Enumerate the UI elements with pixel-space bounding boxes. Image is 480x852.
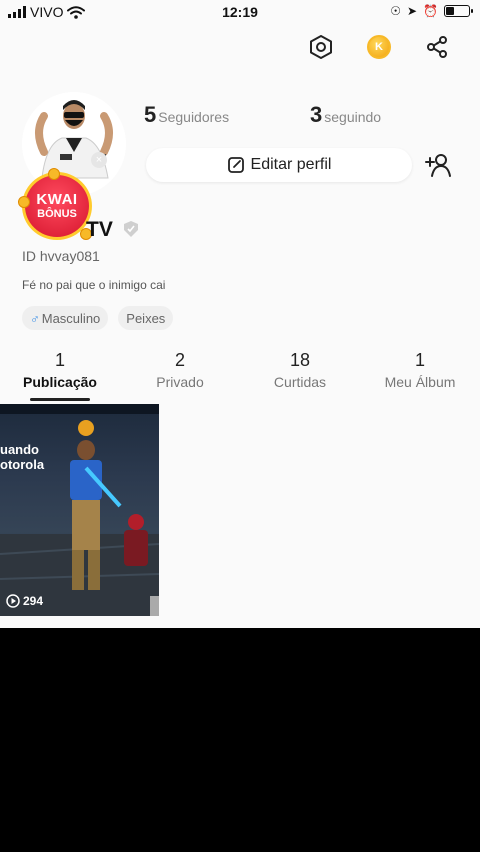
tab-count: 2 bbox=[174, 350, 185, 370]
followers-count: 5 bbox=[144, 102, 157, 127]
alarm-icon: ⏰ bbox=[423, 4, 438, 18]
profile-screen: VIVO 12:19 ☉ ➤ ⏰ K × KWAI BÔNUS 5 Seguid… bbox=[0, 0, 480, 628]
followers-label: Seguidores bbox=[158, 109, 230, 125]
tab-privado[interactable]: 2 Privado bbox=[120, 348, 240, 400]
status-bar: VIVO 12:19 ☉ ➤ ⏰ bbox=[0, 0, 480, 26]
post-thumbnail[interactable]: uando otorola 294 bbox=[0, 404, 159, 616]
coin-icon[interactable]: K bbox=[366, 34, 392, 60]
share-icon[interactable] bbox=[424, 34, 450, 60]
profile-tags: ♂ Masculino Peixes bbox=[22, 306, 174, 330]
zodiac-tag-label: Peixes bbox=[126, 310, 166, 326]
following-label: seguindo bbox=[324, 109, 382, 125]
gender-tag: ♂ Masculino bbox=[22, 306, 109, 330]
bonus-line1: KWAI bbox=[36, 190, 78, 208]
bonus-coin-icon bbox=[18, 196, 30, 208]
profile-name: TV bbox=[22, 218, 113, 242]
followers-stat[interactable]: 5 Seguidores bbox=[144, 102, 229, 128]
post-scene-image bbox=[0, 404, 159, 616]
avatar-remove-icon[interactable]: × bbox=[91, 152, 107, 168]
tab-meu-album[interactable]: 1 Meu Álbum bbox=[360, 348, 480, 400]
black-letterbox bbox=[0, 628, 480, 852]
bonus-coin-icon bbox=[48, 168, 60, 180]
post-views: 294 bbox=[6, 594, 43, 608]
tab-label: Privado bbox=[156, 374, 204, 390]
edit-profile-label: Editar perfil bbox=[250, 156, 332, 173]
following-count: 3 bbox=[310, 102, 323, 127]
zodiac-tag: Peixes bbox=[118, 306, 174, 330]
tab-label: Curtidas bbox=[273, 374, 327, 390]
male-icon: ♂ bbox=[30, 310, 40, 326]
tab-count: 18 bbox=[289, 350, 311, 370]
edit-profile-button[interactable]: Editar perfil bbox=[146, 148, 412, 182]
post-caption-line2: otorola bbox=[0, 457, 45, 472]
profile-name-text: TV bbox=[86, 218, 113, 241]
status-right: ☉ ➤ ⏰ bbox=[390, 4, 473, 18]
verified-icon bbox=[124, 221, 138, 237]
gender-tag-label: Masculino bbox=[41, 310, 101, 326]
user-id: ID hvvay081 bbox=[22, 248, 100, 264]
tab-label: Publicação bbox=[23, 374, 97, 390]
tab-count: 1 bbox=[54, 350, 65, 370]
battery-icon bbox=[444, 5, 473, 17]
profile-bio: Fé no pai que o inimigo cai bbox=[22, 278, 166, 292]
location-icon: ➤ bbox=[406, 4, 418, 18]
play-icon bbox=[6, 594, 20, 608]
add-friend-icon[interactable] bbox=[424, 152, 452, 178]
profile-tabs: 1 Publicação 2 Privado 18 Curtidas 1 Meu… bbox=[0, 348, 480, 401]
post-caption: uando otorola bbox=[0, 442, 44, 472]
tab-label: Meu Álbum bbox=[384, 374, 456, 390]
post-view-count: 294 bbox=[23, 594, 44, 608]
settings-hexagon-icon[interactable] bbox=[308, 34, 334, 60]
post-caption-line1: uando bbox=[0, 442, 39, 457]
rotation-lock-icon: ☉ bbox=[390, 4, 401, 18]
tab-curtidas[interactable]: 18 Curtidas bbox=[240, 348, 360, 400]
tab-count: 1 bbox=[414, 350, 425, 370]
edit-icon bbox=[227, 157, 244, 173]
tab-publicacao[interactable]: 1 Publicação bbox=[0, 348, 120, 401]
following-stat[interactable]: 3 seguindo bbox=[310, 102, 381, 128]
top-actions: K bbox=[308, 34, 450, 60]
